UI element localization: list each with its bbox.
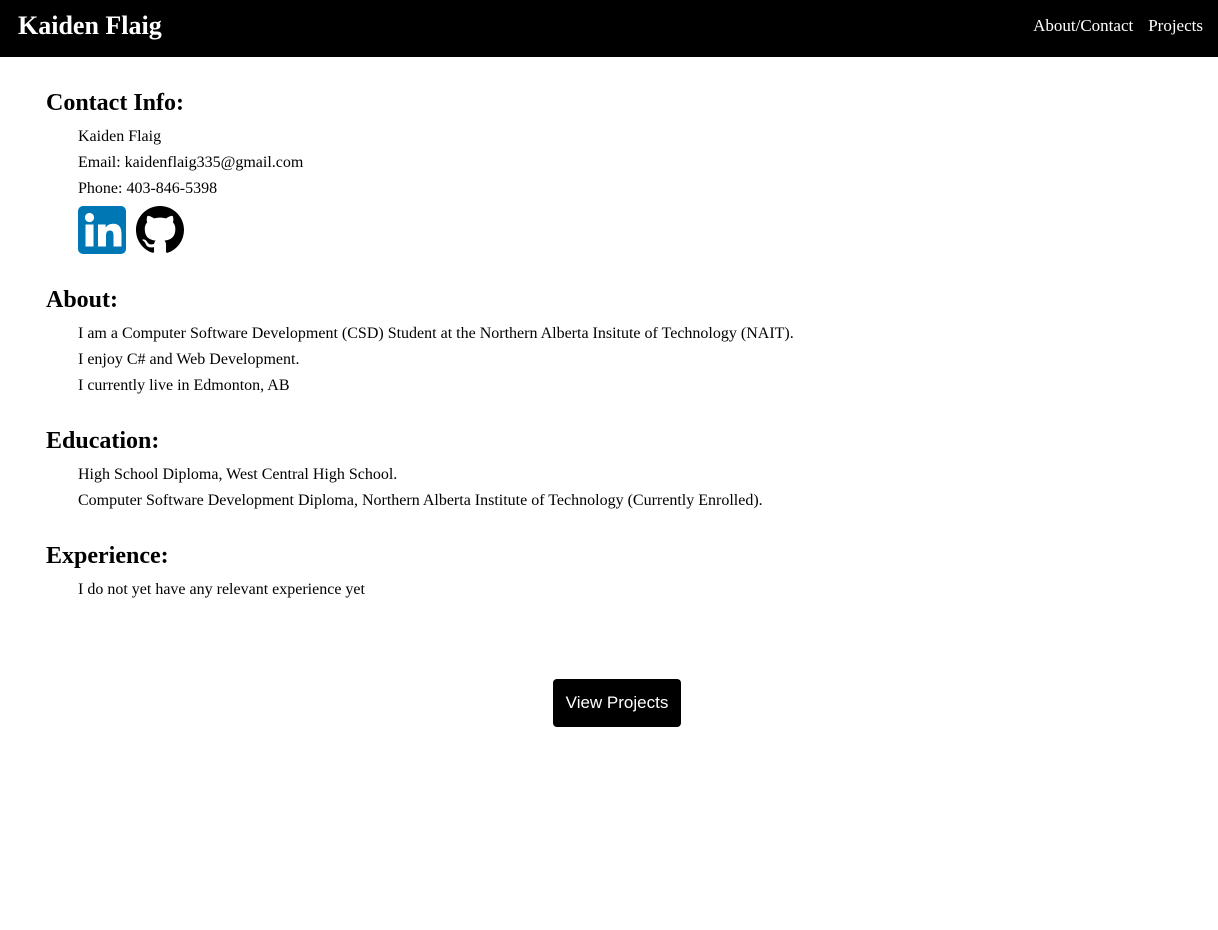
linkedin-link[interactable] bbox=[78, 206, 126, 254]
contact-name: Kaiden Flaig bbox=[78, 128, 162, 145]
github-icon bbox=[136, 206, 184, 253]
about-details: I am a Computer Software Development (CS… bbox=[78, 321, 794, 399]
experience-line: I do not yet have any relevant experienc… bbox=[78, 581, 365, 598]
experience-section: Experience: I do not yet have any releva… bbox=[46, 542, 365, 603]
contact-heading: Contact Info: bbox=[46, 90, 184, 116]
contact-details: Kaiden Flaig Email: kaidenflaig335@gmail… bbox=[78, 124, 303, 202]
experience-details: I do not yet have any relevant experienc… bbox=[78, 577, 365, 603]
nav-link-projects[interactable]: Projects bbox=[1148, 16, 1203, 36]
site-title: Kaiden Flaig bbox=[18, 11, 162, 40]
contact-section: Contact Info: Kaiden Flaig Email: kaiden… bbox=[46, 89, 303, 254]
experience-heading: Experience: bbox=[46, 543, 169, 569]
about-heading: About: bbox=[46, 287, 119, 313]
linkedin-icon bbox=[78, 206, 126, 254]
about-line: I currently live in Edmonton, AB bbox=[78, 377, 290, 394]
education-details: High School Diploma, West Central High S… bbox=[78, 462, 763, 514]
education-heading: Education: bbox=[46, 428, 160, 454]
education-line: Computer Software Development Diploma, N… bbox=[78, 492, 763, 509]
about-section: About: I am a Computer Software Developm… bbox=[46, 286, 794, 399]
about-line: I enjoy C# and Web Development. bbox=[78, 351, 300, 368]
education-section: Education: High School Diploma, West Cen… bbox=[46, 427, 763, 514]
contact-phone: Phone: 403-846-5398 bbox=[78, 180, 218, 197]
github-link[interactable] bbox=[136, 206, 184, 254]
about-line: I am a Computer Software Development (CS… bbox=[78, 325, 794, 342]
top-navbar: Kaiden Flaig About/Contact Projects bbox=[0, 0, 1218, 57]
education-line: High School Diploma, West Central High S… bbox=[78, 466, 398, 483]
contact-email: Email: kaidenflaig335@gmail.com bbox=[78, 154, 304, 171]
nav-link-about-contact[interactable]: About/Contact bbox=[1033, 16, 1133, 36]
main-nav: About/Contact Projects bbox=[1033, 16, 1203, 36]
view-projects-button[interactable]: View Projects bbox=[553, 679, 681, 727]
social-links bbox=[78, 206, 303, 254]
